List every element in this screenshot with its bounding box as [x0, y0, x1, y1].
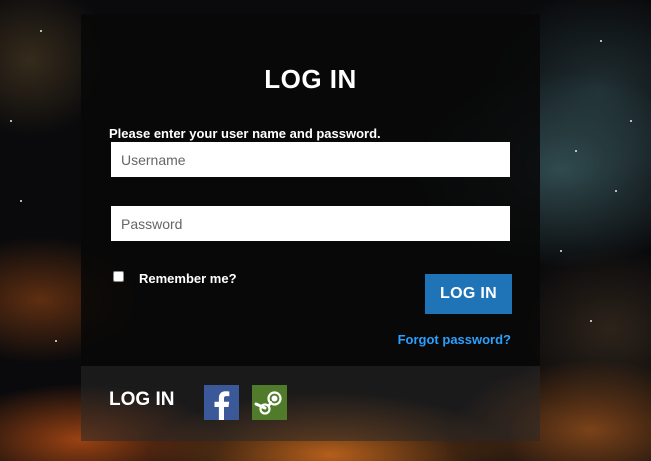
- login-title: LOG IN: [264, 64, 357, 94]
- star: [575, 150, 577, 152]
- login-panel: LOG IN Please enter your user name and p…: [81, 14, 540, 366]
- social-login-footer: LOG IN: [81, 366, 540, 441]
- login-instructions: Please enter your user name and password…: [109, 126, 381, 141]
- facebook-icon: [214, 391, 230, 420]
- steam-login-button[interactable]: [252, 385, 287, 420]
- login-button[interactable]: LOG IN: [425, 274, 512, 314]
- star: [20, 200, 22, 202]
- steam-icon: [254, 391, 282, 415]
- social-login-title: LOG IN: [109, 389, 175, 410]
- star: [40, 30, 42, 32]
- remember-me-label: Remember me?: [139, 271, 237, 286]
- star: [600, 40, 602, 42]
- username-input[interactable]: [111, 142, 510, 177]
- star: [590, 320, 592, 322]
- star: [55, 340, 57, 342]
- remember-me-checkbox[interactable]: [113, 271, 124, 282]
- star: [560, 250, 562, 252]
- star: [630, 120, 632, 122]
- password-input[interactable]: [111, 206, 510, 241]
- star: [10, 120, 12, 122]
- facebook-login-button[interactable]: [204, 385, 239, 420]
- star: [615, 190, 617, 192]
- forgot-password-link[interactable]: Forgot password?: [398, 332, 511, 347]
